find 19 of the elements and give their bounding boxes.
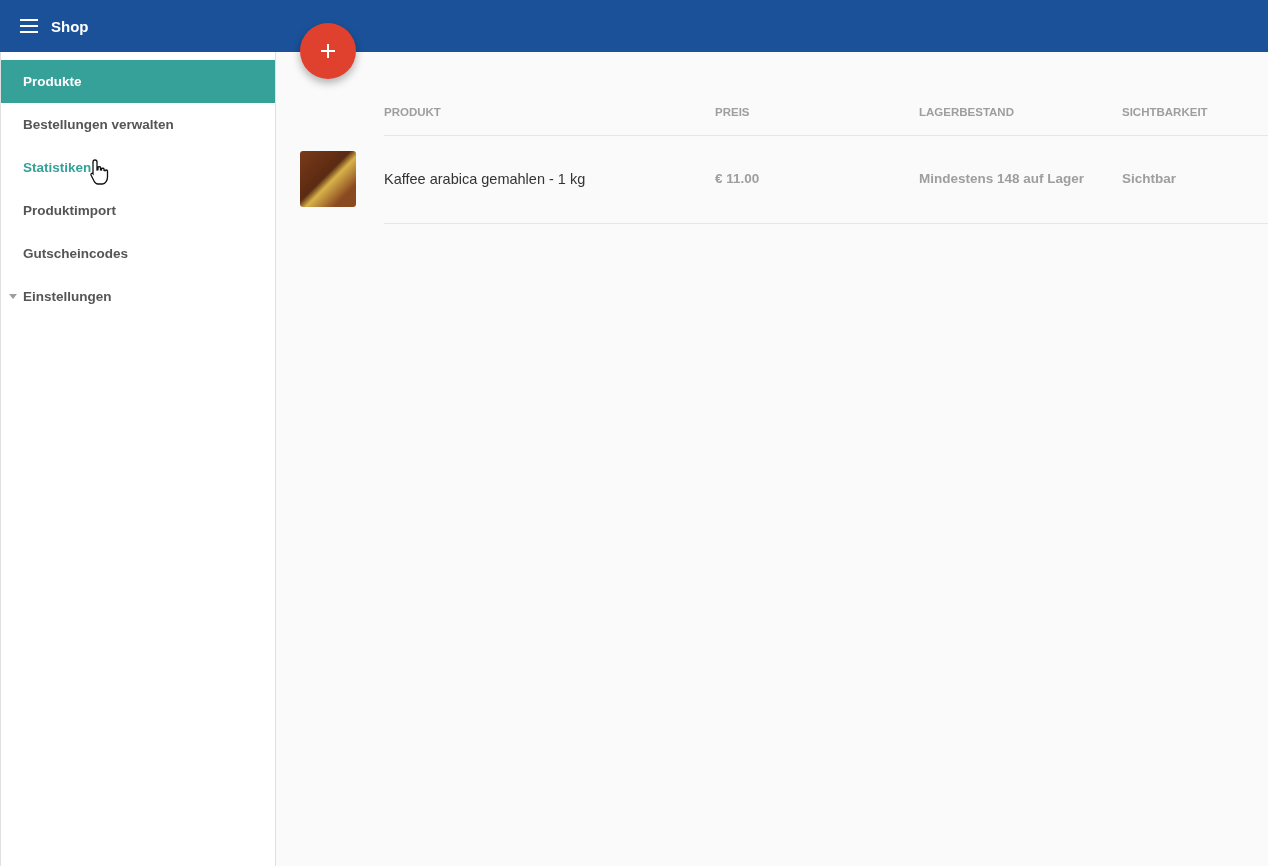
sidebar-item[interactable]: Produktimport [1, 189, 275, 232]
sidebar-item[interactable]: Bestellungen verwalten [1, 103, 275, 146]
add-button[interactable] [300, 23, 356, 79]
column-header: SICHTBARKEIT [1122, 89, 1268, 136]
photo-placeholder [300, 151, 356, 207]
menu-icon[interactable] [20, 19, 38, 33]
sidebar-item[interactable]: Einstellungen [1, 275, 275, 318]
column-header: PRODUKT [384, 89, 715, 136]
table-cell: € 11.00 [715, 134, 919, 224]
app-title: Shop [51, 17, 89, 35]
table-cell: Kaffee arabica gemahlen - 1 kg [384, 134, 715, 224]
table-cell: Sichtbar [1122, 134, 1268, 224]
column-header: LAGERBESTAND [919, 89, 1122, 136]
column-header: PREIS [715, 89, 919, 136]
table-cell: Mindestens 148 auf Lager [919, 134, 1122, 224]
plus-icon [320, 43, 336, 59]
sidebar-item[interactable]: Gutscheincodes [1, 232, 275, 275]
hand-cursor-icon [89, 158, 111, 186]
dropdown-triangle-icon [9, 294, 17, 299]
